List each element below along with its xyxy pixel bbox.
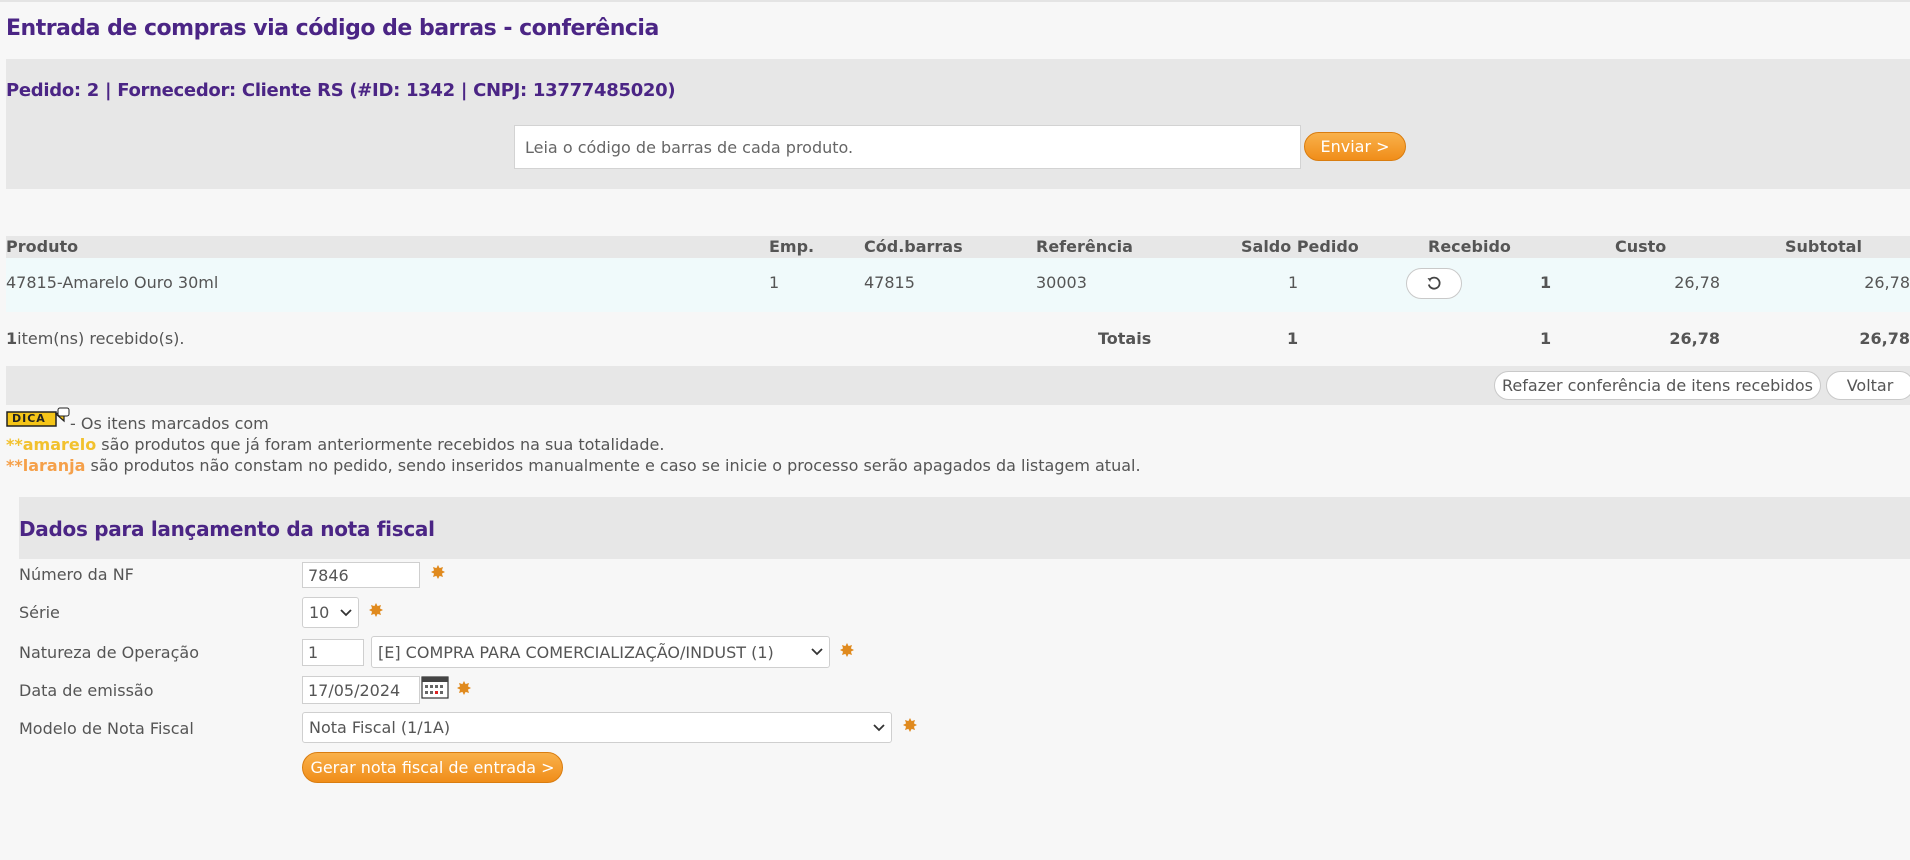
required-icon (457, 681, 471, 695)
chevron-down-icon (873, 723, 885, 731)
required-icon (903, 718, 917, 732)
cell-produto: 47815-Amarelo Ouro 30ml (6, 273, 219, 292)
chevron-down-icon (340, 608, 352, 616)
items-received-label: item(ns) recebido(s). (17, 329, 185, 348)
tip-orange-text: são produtos não constam no pedido, send… (85, 456, 1141, 475)
total-custo: 26,78 (1669, 329, 1720, 348)
tip-yellow-line: **amarelo são produtos que já foram ante… (6, 435, 664, 454)
total-subtotal: 26,78 (1859, 329, 1910, 348)
order-info: Pedido: 2 | Fornecedor: Cliente RS (#ID:… (6, 80, 676, 101)
required-icon (840, 643, 854, 657)
tip-yellow-word: **amarelo (6, 435, 97, 454)
cell-subtotal: 26,78 (1864, 273, 1910, 292)
serie-value: 10 (309, 603, 330, 622)
undo-icon (1427, 276, 1441, 290)
natureza-code-input[interactable] (302, 639, 364, 666)
items-received-summary: 1item(ns) recebido(s). (6, 329, 185, 348)
redo-check-button[interactable]: Refazer conferência de itens recebidos (1494, 371, 1821, 400)
column-header-custo: Custo (1615, 237, 1667, 256)
column-header-referencia: Referência (1036, 237, 1133, 256)
chevron-down-icon (811, 648, 823, 656)
page-title: Entrada de compras via código de barras … (6, 16, 659, 41)
column-header-codbarras: Cód.barras (864, 237, 963, 256)
send-button[interactable]: Enviar > (1304, 132, 1406, 161)
cell-emp: 1 (769, 273, 780, 292)
barcode-input[interactable] (514, 125, 1301, 169)
tip-orange-word: **laranja (6, 456, 86, 475)
required-icon (369, 603, 383, 617)
natureza-value: [E] COMPRA PARA COMERCIALIZAÇÃO/INDUST (… (378, 642, 774, 662)
cell-custo: 26,78 (1674, 273, 1720, 292)
nf-section-title: Dados para lançamento da nota fiscal (19, 517, 435, 541)
undo-receipt-button[interactable] (1406, 268, 1462, 299)
emission-date-label: Data de emissão (19, 681, 154, 700)
nf-model-label: Modelo de Nota Fiscal (19, 719, 194, 738)
serie-label: Série (19, 603, 60, 622)
column-header-produto: Produto (6, 237, 79, 256)
natureza-select[interactable]: [E] COMPRA PARA COMERCIALIZAÇÃO/INDUST (… (371, 636, 830, 668)
cell-saldo: 1 (1288, 273, 1299, 292)
items-received-count: 1 (6, 329, 18, 348)
cell-referencia: 30003 (1036, 273, 1087, 292)
column-header-saldo: Saldo Pedido (1241, 237, 1359, 256)
required-icon (431, 565, 445, 579)
tip-yellow-text: são produtos que já foram anteriormente … (96, 435, 665, 454)
column-header-emp: Emp. (769, 237, 815, 256)
tip-intro: - Os itens marcados com (70, 414, 269, 433)
tip-badge-label: DICA (12, 412, 46, 425)
serie-select[interactable]: 10 (302, 597, 359, 628)
nf-model-value: Nota Fiscal (1/1A) (309, 718, 451, 737)
calendar-icon[interactable] (421, 675, 449, 699)
cell-codbarras: 47815 (864, 273, 915, 292)
totals-label: Totais (1098, 329, 1152, 348)
column-header-recebido: Recebido (1428, 237, 1511, 256)
total-saldo: 1 (1287, 329, 1299, 348)
natureza-label: Natureza de Operação (19, 643, 199, 662)
order-panel (6, 59, 1910, 189)
total-recebido: 1 (1540, 329, 1552, 348)
tip-orange-line: **laranja são produtos não constam no pe… (6, 456, 1141, 475)
back-button[interactable]: Voltar (1826, 371, 1910, 400)
nf-number-label: Número da NF (19, 565, 134, 584)
nf-model-select[interactable]: Nota Fiscal (1/1A) (302, 712, 892, 743)
generate-nf-button[interactable]: Gerar nota fiscal de entrada > (302, 752, 563, 783)
cell-recebido: 1 (1540, 273, 1552, 292)
column-header-subtotal: Subtotal (1785, 237, 1862, 256)
nf-number-input[interactable] (302, 562, 420, 588)
emission-date-input[interactable] (302, 676, 420, 704)
